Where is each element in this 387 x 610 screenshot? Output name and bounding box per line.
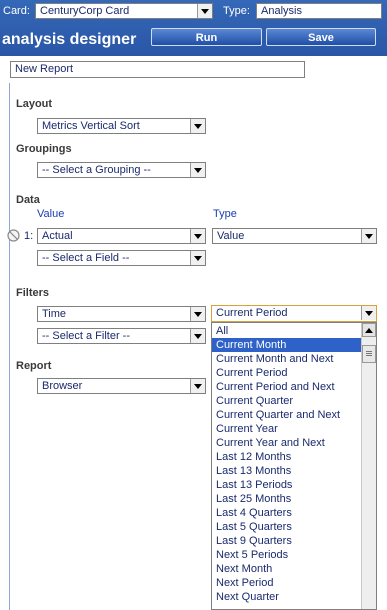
layout-select[interactable]: Metrics Vertical Sort: [37, 118, 206, 134]
chevron-down-icon: [190, 329, 205, 343]
dropdown-option[interactable]: Current Year and Next: [212, 436, 362, 450]
dropdown-scrollbar[interactable]: [361, 323, 376, 609]
data-value-select-value: Actual: [42, 230, 73, 242]
dropdown-option[interactable]: Current Period: [212, 366, 362, 380]
filters-heading: Filters: [16, 287, 50, 299]
dropdown-option[interactable]: Next Period: [212, 576, 362, 590]
data-value-select[interactable]: Actual: [37, 228, 206, 244]
chevron-down-icon: [190, 119, 205, 133]
data-type-select-value: Value: [217, 230, 245, 242]
dropdown-option[interactable]: Next Quarter: [212, 590, 362, 604]
section-divider-line: [9, 83, 10, 610]
page-title: analysis designer: [2, 31, 137, 48]
no-entry-circle-icon[interactable]: [7, 229, 20, 242]
dropdown-option[interactable]: Current Month and Next: [212, 352, 362, 366]
data-row-number: 1:: [24, 230, 34, 242]
dropdown-option[interactable]: Current Year: [212, 422, 362, 436]
field-select[interactable]: -- Select a Field --: [37, 250, 206, 266]
filter-select[interactable]: -- Select a Filter --: [37, 328, 206, 344]
chevron-down-icon: [190, 379, 205, 393]
dropdown-option[interactable]: Last 25 Months: [212, 492, 362, 506]
card-label: Card:: [3, 5, 30, 17]
dropdown-option[interactable]: Last 5 Quarters: [212, 520, 362, 534]
dropdown-option[interactable]: Last 13 Periods: [212, 478, 362, 492]
data-type-select[interactable]: Value: [212, 228, 377, 244]
data-heading: Data: [16, 194, 40, 206]
chevron-down-icon: [190, 163, 205, 177]
save-button[interactable]: Save: [266, 28, 376, 46]
dropdown-option[interactable]: Current Quarter and Next: [212, 408, 362, 422]
grouping-select[interactable]: -- Select a Grouping --: [37, 162, 206, 178]
run-button[interactable]: Run: [151, 28, 262, 46]
filter-value-select-value: Current Period: [216, 307, 288, 319]
dropdown-option[interactable]: Current Quarter: [212, 394, 362, 408]
dropdown-option[interactable]: Next Month: [212, 562, 362, 576]
filter-field-select[interactable]: Time: [37, 306, 206, 322]
dropdown-option[interactable]: Last 12 Months: [212, 450, 362, 464]
dropdown-option[interactable]: Last 9 Quarters: [212, 534, 362, 548]
grouping-select-value: -- Select a Grouping --: [42, 164, 151, 176]
type-label: Type:: [223, 5, 250, 17]
dropdown-option-highlighted[interactable]: Current Month: [212, 338, 362, 352]
chevron-down-icon: [197, 4, 212, 18]
report-name-value: New Report: [15, 63, 74, 75]
chevron-down-icon: [361, 229, 376, 243]
dropdown-option[interactable]: Last 13 Months: [212, 464, 362, 478]
dropdown-option[interactable]: Next 5 Periods: [212, 548, 362, 562]
card-select-value: CenturyCorp Card: [40, 5, 130, 17]
scroll-up-arrow-icon[interactable]: [362, 323, 376, 337]
layout-select-value: Metrics Vertical Sort: [42, 120, 140, 132]
chevron-down-icon: [190, 307, 205, 321]
layout-heading: Layout: [16, 98, 53, 110]
report-select[interactable]: Browser: [37, 378, 206, 394]
chevron-down-icon: [190, 229, 205, 243]
report-heading: Report: [16, 360, 52, 372]
card-select[interactable]: CenturyCorp Card: [35, 3, 213, 19]
type-field[interactable]: Analysis: [256, 3, 382, 19]
dropdown-option[interactable]: All: [212, 324, 362, 338]
scrollbar-thumb[interactable]: [362, 345, 376, 363]
filter-value-dropdown-list[interactable]: All Current Month Current Month and Next…: [211, 322, 377, 610]
field-select-value: -- Select a Field --: [42, 252, 130, 264]
type-column-header: Type: [213, 208, 237, 220]
chevron-down-icon: [361, 306, 376, 320]
filter-select-value: -- Select a Filter --: [42, 330, 131, 342]
type-field-value: Analysis: [261, 5, 302, 17]
filter-field-select-value: Time: [42, 308, 67, 320]
value-column-header: Value: [37, 208, 65, 220]
dropdown-option[interactable]: Current Period and Next: [212, 380, 362, 394]
dropdown-option[interactable]: Last 4 Quarters: [212, 506, 362, 520]
groupings-heading: Groupings: [16, 143, 72, 155]
chevron-down-icon: [190, 251, 205, 265]
filter-value-select[interactable]: Current Period: [211, 305, 377, 322]
report-name-input[interactable]: New Report: [10, 61, 305, 78]
report-select-value: Browser: [42, 380, 83, 392]
